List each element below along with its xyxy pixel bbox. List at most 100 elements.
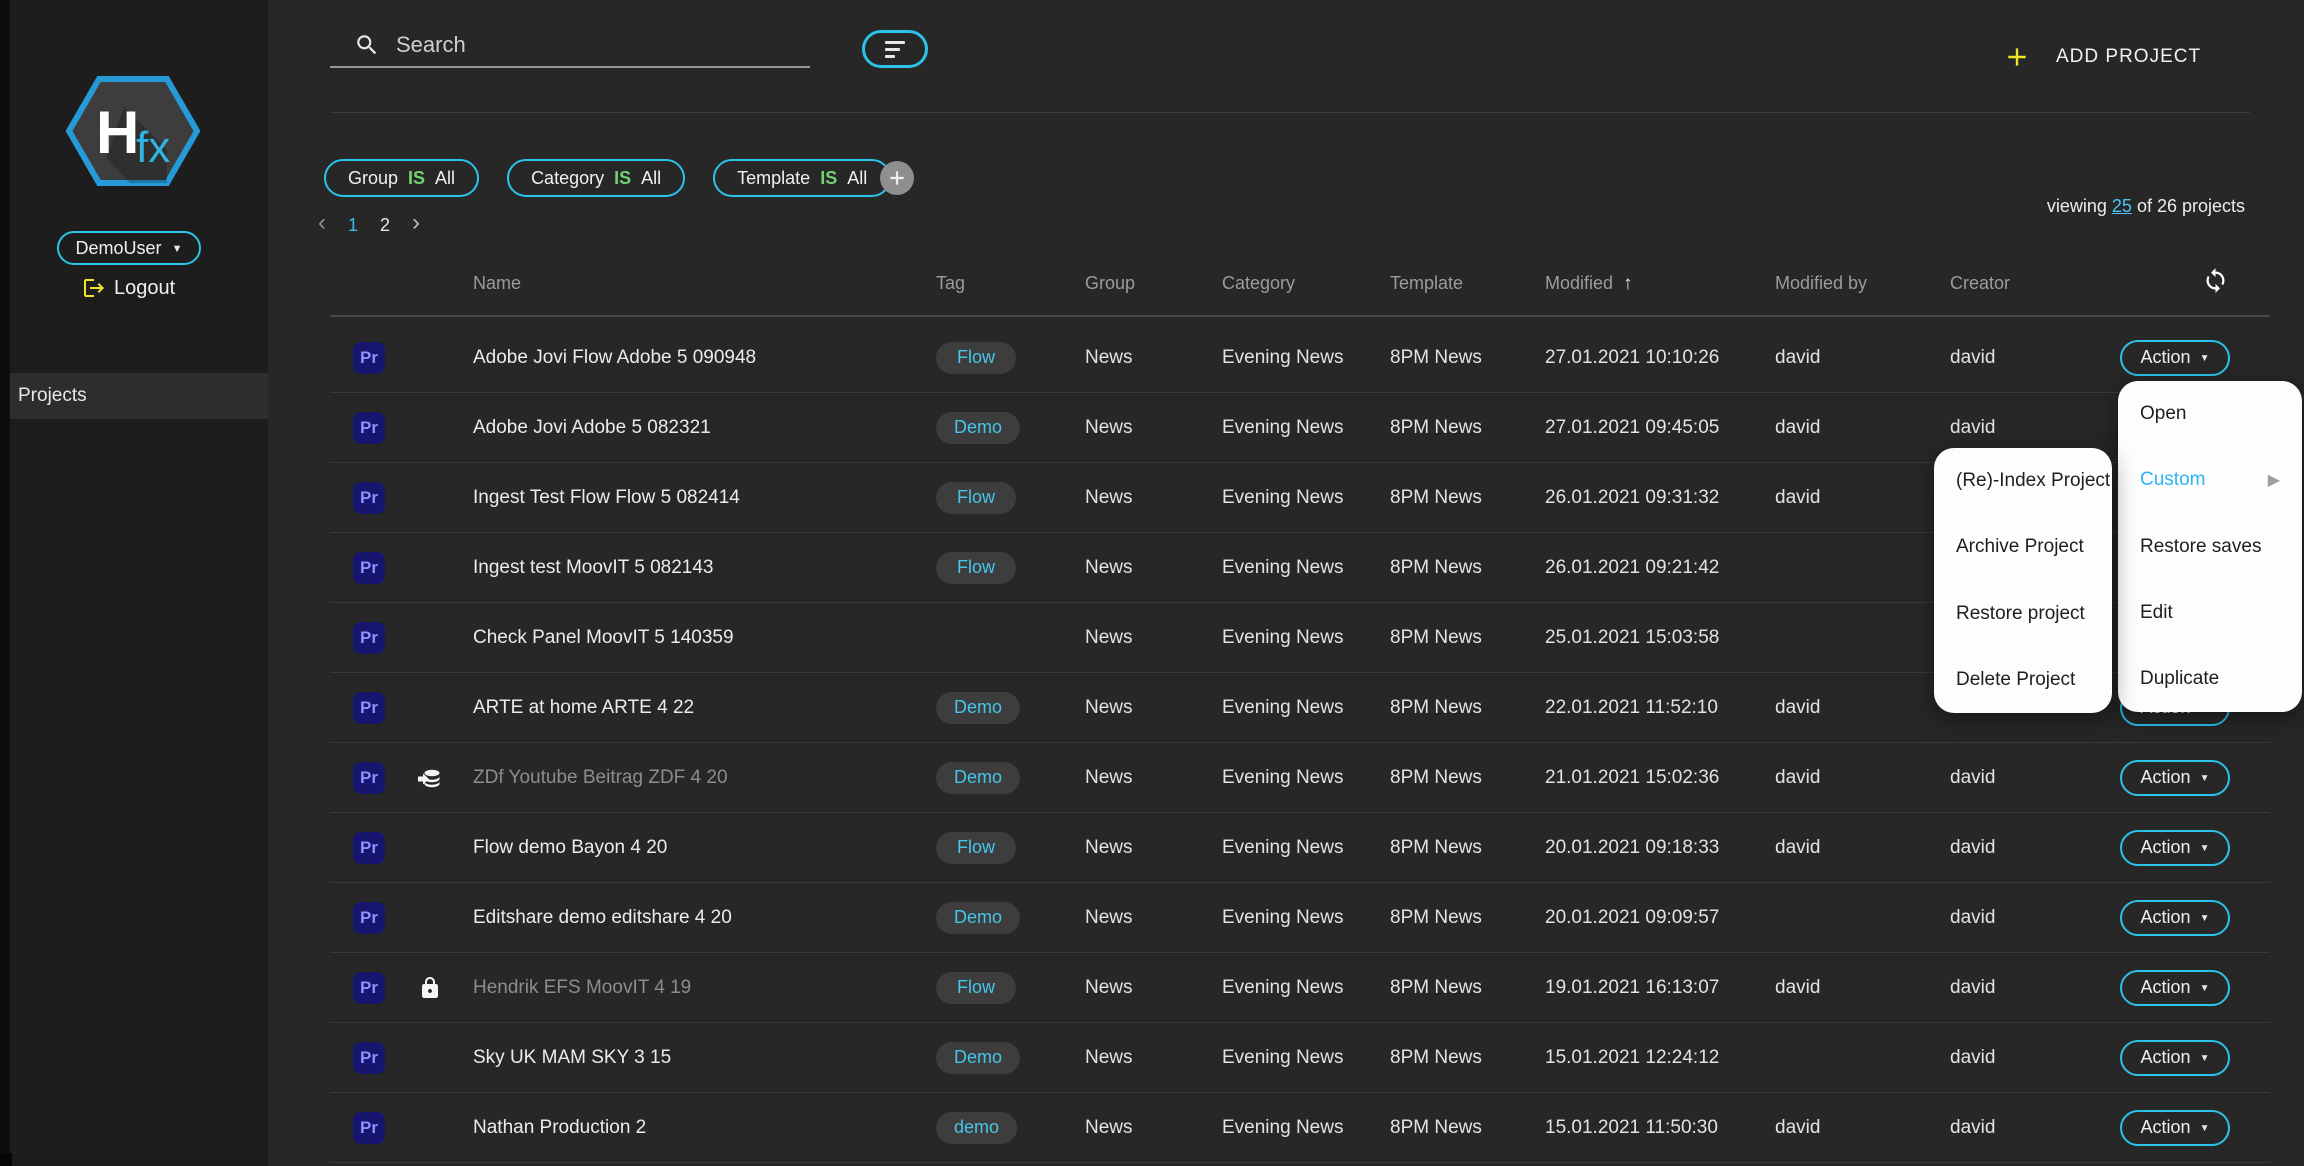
project-name: Check Panel MoovIT 5 140359: [473, 603, 734, 672]
group-cell: News: [1085, 1023, 1133, 1092]
modified-cell: 26.01.2021 09:21:42: [1545, 533, 1719, 602]
lock-icon: [416, 974, 444, 1002]
category-cell: Evening News: [1222, 883, 1343, 952]
modified-cell: 20.01.2021 09:09:57: [1545, 883, 1719, 952]
premiere-badge-icon: Pr: [353, 482, 385, 514]
modified-cell: 27.01.2021 10:10:26: [1545, 323, 1719, 392]
category-cell: Evening News: [1222, 603, 1343, 672]
action-cell: Action ▼: [2120, 953, 2230, 1022]
premiere-badge-icon: Pr: [353, 692, 385, 724]
submenu-item[interactable]: (Re)-Index Project: [1934, 448, 2112, 514]
action-button[interactable]: Action ▼: [2120, 970, 2230, 1006]
chevron-down-icon: ▼: [2200, 771, 2210, 784]
modified-by-cell: david: [1775, 463, 1820, 532]
tag-chip: Flow: [936, 342, 1016, 374]
template-cell: 8PM News: [1390, 953, 1482, 1022]
action-button[interactable]: Action ▼: [2120, 1110, 2230, 1146]
chevron-down-icon: ▼: [2200, 1121, 2210, 1134]
table-row[interactable]: Pr Hendrik EFS MoovIT 4 19 Flow New: [330, 953, 2270, 1023]
creator-cell: david: [1950, 813, 1995, 882]
template-cell: 8PM News: [1390, 603, 1482, 672]
table-row[interactable]: Pr ZDf Youtube Beitrag ZDF 4 20 Demo: [330, 743, 2270, 813]
template-cell: 8PM News: [1390, 743, 1482, 812]
category-cell: Evening News: [1222, 463, 1343, 532]
database-arrow-icon: [416, 764, 444, 792]
action-button[interactable]: Action ▼: [2120, 760, 2230, 796]
group-cell: News: [1085, 1093, 1133, 1162]
modified-by-cell: david: [1775, 323, 1820, 392]
tag-cell: Flow: [936, 953, 1016, 1022]
premiere-badge-icon: Pr: [353, 412, 385, 444]
table-row[interactable]: Pr Nathan Production 2 demo News: [330, 1093, 2270, 1163]
table-row[interactable]: Pr Flow demo Bayon 4 20 Flow News: [330, 813, 2270, 883]
modified-by-cell: david: [1775, 953, 1820, 1022]
menu-item[interactable]: Edit ▶: [2118, 580, 2302, 646]
menu-item[interactable]: Duplicate ▶: [2118, 646, 2302, 712]
template-cell: 8PM News: [1390, 463, 1482, 532]
menu-item[interactable]: Restore saves ▶: [2118, 513, 2302, 579]
project-name: Adobe Jovi Flow Adobe 5 090948: [473, 323, 756, 392]
action-button[interactable]: Action ▼: [2120, 900, 2230, 936]
modified-by-cell: david: [1775, 673, 1820, 742]
tag-cell: Demo: [936, 1023, 1020, 1092]
submenu-item[interactable]: Restore project: [1934, 581, 2112, 647]
group-cell: News: [1085, 743, 1133, 812]
menu-item[interactable]: Open ▶: [2118, 381, 2302, 447]
category-cell: Evening News: [1222, 953, 1343, 1022]
tag-cell: Demo: [936, 393, 1020, 462]
action-button[interactable]: Action ▼: [2120, 1040, 2230, 1076]
modified-by-cell: david: [1775, 743, 1820, 812]
project-name: Ingest Test Flow Flow 5 082414: [473, 463, 740, 532]
tag-chip: Demo: [936, 412, 1020, 444]
tag-cell: Flow: [936, 323, 1016, 392]
modified-cell: 27.01.2021 09:45:05: [1545, 393, 1719, 462]
category-cell: Evening News: [1222, 323, 1343, 392]
submenu-item[interactable]: Delete Project: [1934, 647, 2112, 713]
submenu-arrow-icon: ▶: [2268, 470, 2280, 490]
modified-cell: 26.01.2021 09:31:32: [1545, 463, 1719, 532]
creator-cell: david: [1950, 1093, 1995, 1162]
template-cell: 8PM News: [1390, 1023, 1482, 1092]
action-menu: Open ▶ Custom ▶ Restore saves ▶ Edit ▶ D…: [2118, 381, 2302, 712]
table-row[interactable]: Pr Sky UK MAM SKY 3 15 Demo News: [330, 1023, 2270, 1093]
project-name: Adobe Jovi Adobe 5 082321: [473, 393, 711, 462]
creator-cell: david: [1950, 1023, 1995, 1092]
chevron-down-icon: ▼: [2200, 911, 2210, 924]
modified-cell: 25.01.2021 15:03:58: [1545, 603, 1719, 672]
tag-chip: Flow: [936, 482, 1016, 514]
group-cell: News: [1085, 463, 1133, 532]
action-button[interactable]: Action ▼: [2120, 340, 2230, 376]
tag-chip: demo: [936, 1112, 1017, 1144]
project-name: Hendrik EFS MoovIT 4 19: [473, 953, 691, 1022]
tag-chip: Flow: [936, 552, 1016, 584]
project-name: ZDf Youtube Beitrag ZDF 4 20: [473, 743, 728, 812]
category-cell: Evening News: [1222, 743, 1343, 812]
group-cell: News: [1085, 883, 1133, 952]
group-cell: News: [1085, 813, 1133, 882]
project-name: ARTE at home ARTE 4 22: [473, 673, 694, 742]
category-cell: Evening News: [1222, 1023, 1343, 1092]
template-cell: 8PM News: [1390, 673, 1482, 742]
menu-item[interactable]: Custom ▶: [2118, 447, 2302, 513]
action-submenu: (Re)-Index Project Archive Project Resto…: [1934, 448, 2112, 713]
premiere-badge-icon: Pr: [353, 832, 385, 864]
action-cell: Action ▼: [2120, 743, 2230, 812]
action-cell: Action ▼: [2120, 883, 2230, 952]
modified-cell: 15.01.2021 11:50:30: [1545, 1093, 1718, 1162]
submenu-item[interactable]: Archive Project: [1934, 514, 2112, 580]
project-name: Nathan Production 2: [473, 1093, 646, 1162]
project-name: Flow demo Bayon 4 20: [473, 813, 667, 882]
premiere-badge-icon: Pr: [353, 1112, 385, 1144]
category-cell: Evening News: [1222, 533, 1343, 602]
action-cell: Action ▼: [2120, 1023, 2230, 1092]
category-cell: Evening News: [1222, 673, 1343, 742]
category-cell: Evening News: [1222, 393, 1343, 462]
table-row[interactable]: Pr Adobe Jovi Flow Adobe 5 090948 Flow: [330, 323, 2270, 393]
template-cell: 8PM News: [1390, 1093, 1482, 1162]
tag-cell: Flow: [936, 813, 1016, 882]
premiere-badge-icon: Pr: [353, 1042, 385, 1074]
tag-chip: Demo: [936, 762, 1020, 794]
modified-cell: 19.01.2021 16:13:07: [1545, 953, 1719, 1022]
table-row[interactable]: Pr Editshare demo editshare 4 20 Demo: [330, 883, 2270, 953]
action-button[interactable]: Action ▼: [2120, 830, 2230, 866]
